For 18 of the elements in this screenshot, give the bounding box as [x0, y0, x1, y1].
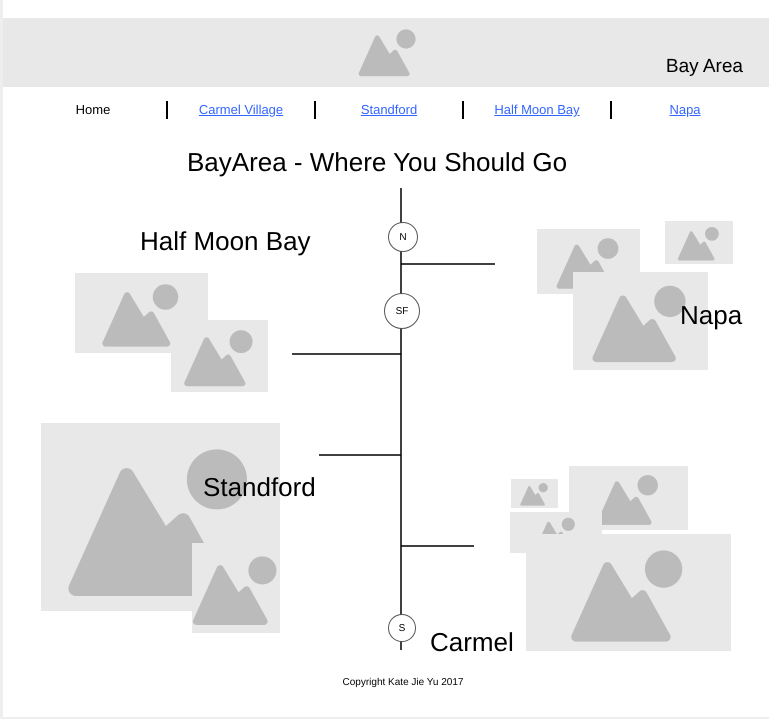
nav-link[interactable]: Half Moon Bay: [494, 102, 580, 117]
place-label: Napa: [680, 300, 742, 332]
image-placeholder-icon: [511, 479, 558, 508]
image-placeholder-icon: [171, 320, 268, 392]
stop-marker: N: [388, 222, 418, 252]
nav-link[interactable]: Standford: [360, 102, 418, 117]
nav-link[interactable]: Napa: [669, 102, 701, 117]
nav-link[interactable]: Carmel Village: [198, 102, 284, 117]
place-label: Standford: [203, 472, 316, 504]
page-heading: BayArea - Where You Should Go: [186, 147, 568, 178]
stop-marker: SF: [384, 293, 420, 329]
nav-link[interactable]: Home: [76, 102, 110, 117]
copyright-text: Copyright Kate Jie Yu 2017: [341, 677, 464, 688]
stop-marker: S: [388, 614, 416, 642]
image-placeholder-icon: [665, 221, 733, 264]
place-label: Carmel: [430, 627, 514, 658]
place-label: Half Moon Bay: [140, 226, 311, 258]
site-title: Bay Area: [666, 56, 743, 78]
